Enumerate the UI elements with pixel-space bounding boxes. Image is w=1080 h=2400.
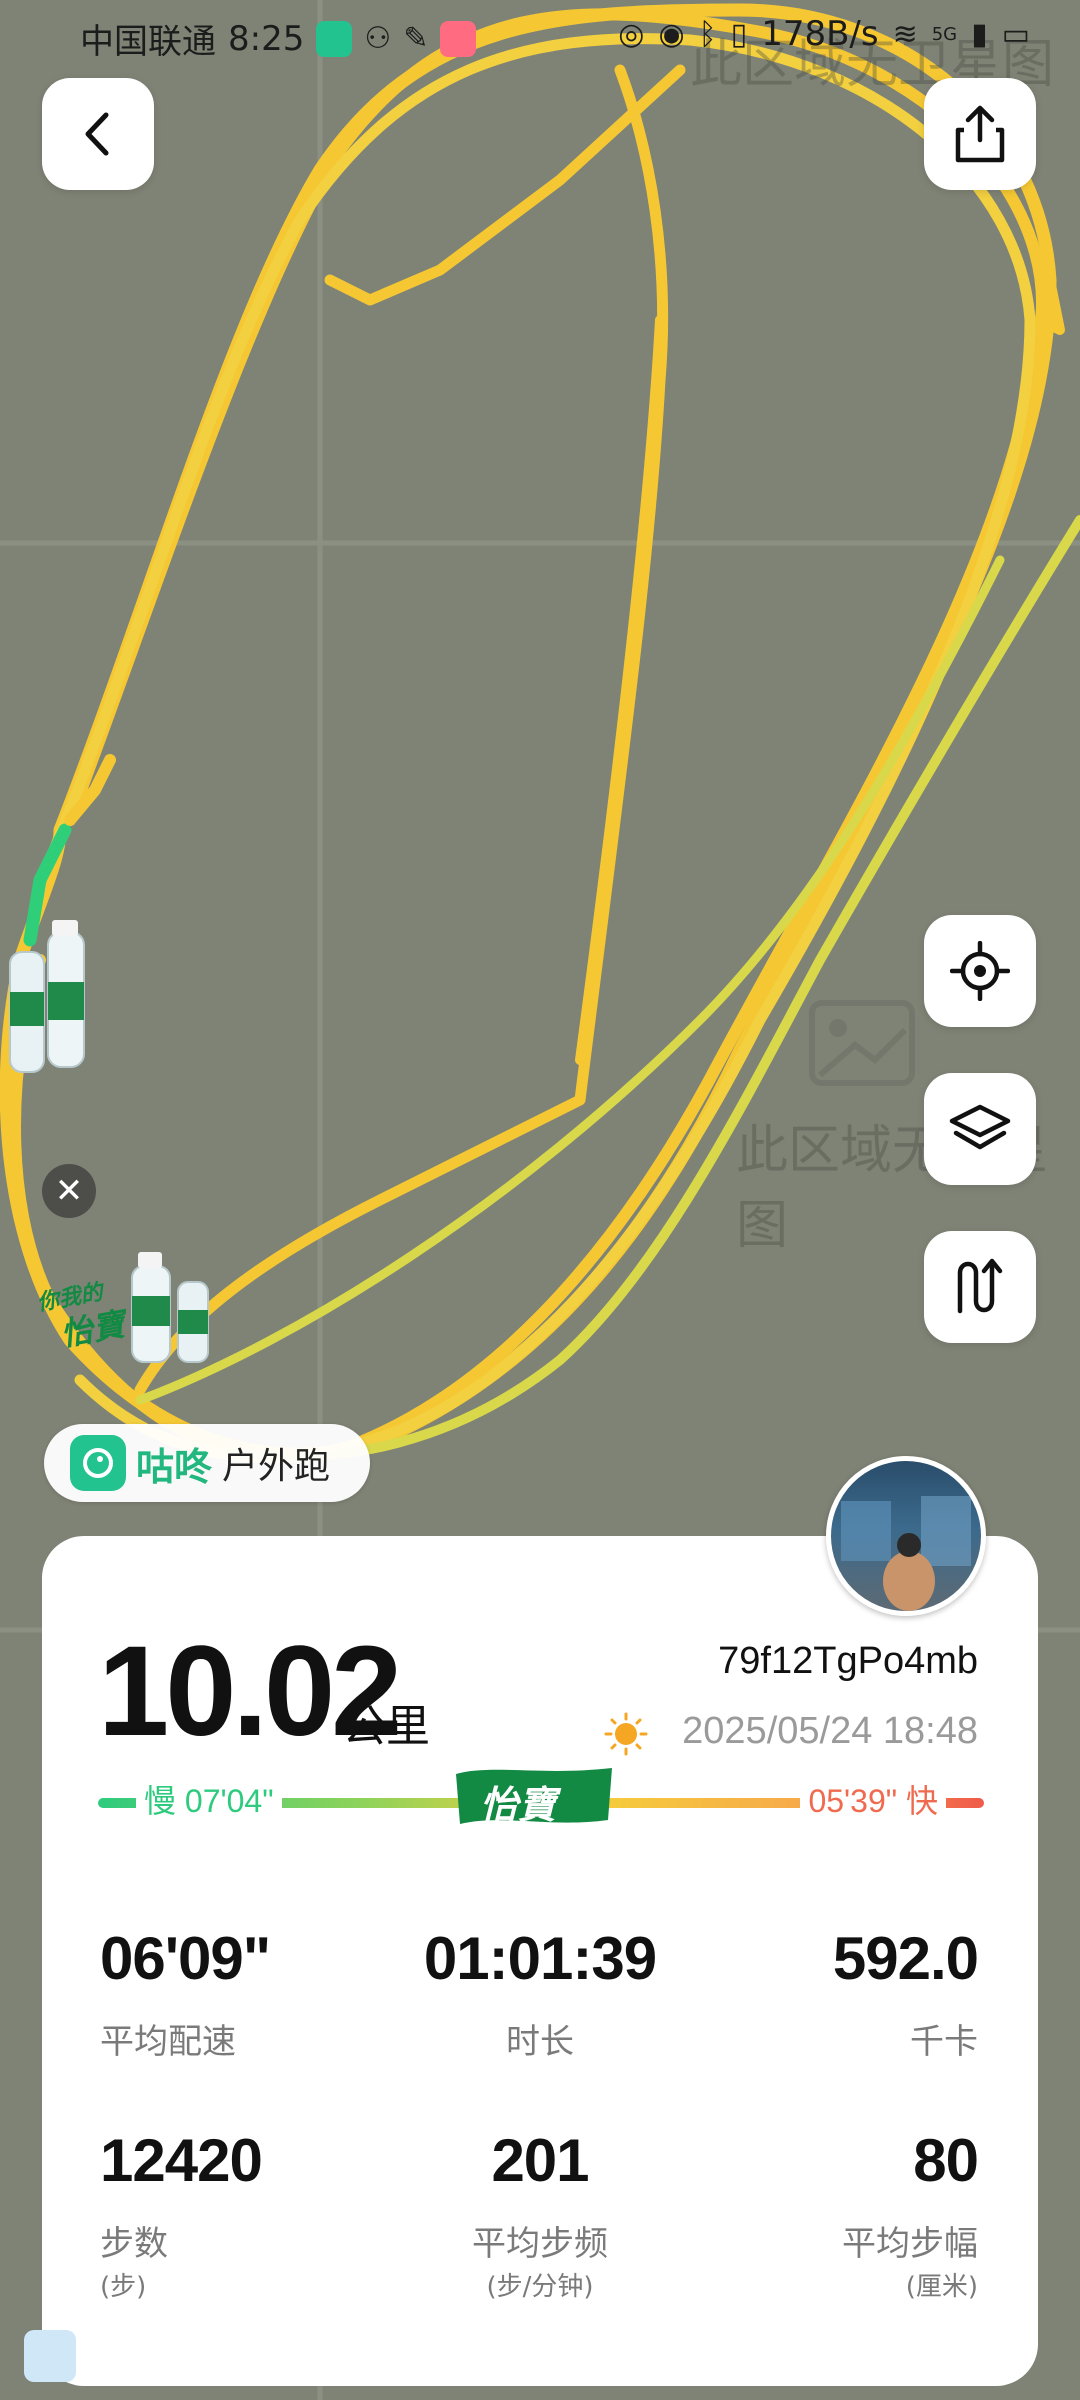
signal-icon: ▮ (971, 16, 988, 52)
vibrate-icon: ▯ (730, 16, 748, 52)
network-speed: 178B/s (761, 14, 879, 54)
notification-icon: ⚇ (364, 21, 392, 56)
workout-datetime: 2025/05/24 18:48 (682, 1710, 978, 1752)
stride-label: 平均步幅 (842, 2224, 978, 2264)
activity-type: 户外跑 (222, 1446, 331, 1487)
user-id: 79f12TgPo4mb (718, 1640, 978, 1682)
route-replay-button[interactable] (924, 1231, 1036, 1343)
battery-icon: ▭ (1001, 16, 1030, 52)
share-button[interactable] (924, 78, 1036, 190)
network-type: 5G (931, 23, 958, 45)
pace-legend: 慢 07'04" 05'39" 快 怡寶 (98, 1768, 984, 1827)
stride-value: 80 (913, 2127, 979, 2194)
calories-value: 592.0 (832, 1925, 979, 1992)
floating-app-icon[interactable] (24, 2330, 76, 2382)
layers-icon (949, 1104, 1011, 1150)
chevron-left-icon (85, 112, 109, 156)
share-icon (955, 105, 1005, 163)
calories-label: 千卡 (910, 2022, 978, 2062)
pace-slow-label: 慢 07'04" (136, 1776, 282, 1822)
notification-icon: ✎ (403, 21, 429, 56)
brand-stamp: 你我的 怡寶 (35, 1280, 128, 1354)
locate-button[interactable] (924, 915, 1036, 1027)
close-icon: ✕ (54, 1171, 84, 1211)
brand-flag-logo: 怡寶 (452, 1762, 622, 1832)
nfc-icon: ◎ (618, 16, 645, 52)
brand-name: 怡寶 (480, 1783, 557, 1827)
app-badge: 咕咚 户外跑 (44, 1424, 370, 1502)
stride-unit: (厘米) (905, 2272, 978, 2302)
pace-fast-label: 05'39" 快 (800, 1776, 946, 1822)
clock: 8:25 (228, 18, 305, 59)
sun-icon (604, 1712, 648, 1756)
route-icon (957, 1258, 1003, 1314)
back-button[interactable] (42, 78, 154, 190)
close-ad-button[interactable]: ✕ (42, 1164, 96, 1218)
avatar[interactable] (826, 1456, 986, 1616)
codoon-logo-icon (70, 1435, 126, 1491)
app-notification-icon (316, 20, 353, 57)
bluetooth-icon: ᛒ (698, 16, 717, 52)
water-bottle-ad-image (9, 920, 85, 1073)
water-bottle-ad-image (131, 1252, 209, 1363)
status-bar: 中国联通 8:25 ⚇ ✎ ◎ ◉ ᛒ ▯ 178B/s ≋ 5G ▮ ▭ (0, 0, 1080, 72)
carrier-label: 中国联通 (80, 22, 216, 62)
app-name: 咕咚 (136, 1444, 213, 1489)
eye-icon: ◉ (658, 16, 685, 52)
app-notification-icon (440, 20, 477, 57)
locate-icon (950, 941, 1010, 1001)
layers-button[interactable] (924, 1073, 1036, 1185)
wifi-icon: ≋ (892, 16, 918, 52)
distance-unit: 公里 (342, 1701, 430, 1752)
